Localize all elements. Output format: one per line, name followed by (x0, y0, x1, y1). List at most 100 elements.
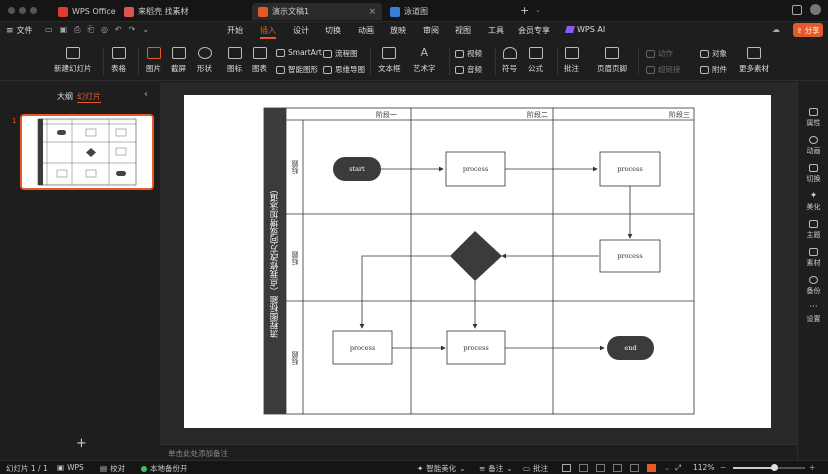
more-material-button[interactable]: 更多素材 (739, 47, 769, 74)
wordart-button[interactable]: A 艺术字 (413, 47, 436, 74)
reading-view-icon[interactable] (596, 463, 605, 472)
tab-review[interactable]: 审阅 (423, 25, 439, 36)
undo-icon[interactable]: ↶ (115, 25, 122, 35)
zoom-dot[interactable] (30, 7, 37, 14)
share-button[interactable]: ⇪ 分享 (793, 23, 823, 37)
tab-presentation[interactable]: 演示文稿1 × (252, 3, 382, 20)
icon-library-icon (227, 47, 242, 59)
notes-area[interactable]: 单击此处添加备注 (160, 444, 797, 460)
shape-button[interactable]: 形状 (197, 47, 212, 74)
save-icon[interactable]: ▣ (60, 25, 68, 35)
window-controls[interactable] (8, 7, 37, 14)
tab-transition[interactable]: 切换 (325, 25, 341, 36)
formula-button[interactable]: 公式 (528, 47, 543, 74)
wps-status[interactable]: ▣ WPS (57, 463, 84, 472)
diagram-title-cell[interactable]: 流程图标题（点我修改方向或增加泳道） (264, 108, 286, 414)
tab-design[interactable]: 设计 (293, 25, 309, 36)
avatar[interactable] (810, 4, 821, 15)
sidebar-item-beautify[interactable]: ✦ 美化 (798, 192, 828, 212)
header-footer-button[interactable]: 页眉页脚 (597, 47, 627, 74)
chevron-down-icon[interactable]: ⌄ (664, 463, 670, 472)
beautify-button[interactable]: ✦ 智能美化 ⌄ (417, 463, 466, 474)
chart-button[interactable]: 图表 (252, 47, 267, 74)
tab-outline[interactable]: 大纲 (57, 91, 73, 102)
sorter-view-icon[interactable] (579, 463, 588, 472)
symbol-button[interactable]: 符号 (502, 47, 517, 74)
slide[interactable]: 流程图标题（点我修改方向或增加泳道） 阶段一 阶段二 阶段三 标题 标题 标题 … (184, 95, 771, 428)
zoom-slider[interactable] (733, 464, 805, 471)
tab-animation[interactable]: 动画 (358, 25, 374, 36)
normal-view-icon[interactable] (562, 463, 571, 472)
redo-icon[interactable]: ↷ (129, 25, 136, 35)
comments-toggle[interactable]: ▭ 批注 (523, 463, 548, 474)
slide-thumbnail[interactable] (20, 114, 154, 190)
new-slide-button[interactable]: 新建幻灯片 (54, 47, 92, 74)
zoom-in-button[interactable]: + (809, 463, 815, 472)
screenshot-button[interactable]: 截屏 (171, 47, 186, 74)
file-menu[interactable]: ≡ 文件 (6, 25, 33, 36)
outline-view-icon[interactable] (613, 463, 622, 472)
play-icon[interactable] (647, 463, 656, 472)
close-dot[interactable] (8, 7, 15, 14)
audio-button[interactable]: 音频 (455, 64, 482, 75)
mindmap-button[interactable]: 思维导图 (323, 64, 365, 75)
backup-status[interactable]: 本地备份开 (141, 463, 188, 474)
folder-icon[interactable]: ▭ (45, 25, 53, 35)
attachment-button[interactable]: 附件 (700, 64, 727, 75)
lane-title-cell[interactable]: 标题 (286, 120, 303, 214)
table-button[interactable]: 表格 (111, 47, 126, 74)
sidebar-item-material[interactable]: 素材 (798, 248, 828, 268)
minimize-dot[interactable] (19, 7, 26, 14)
picture-button[interactable]: 图片 (146, 47, 161, 74)
tab-docer[interactable]: 来稻壳 找素材 (118, 3, 195, 20)
tab-home[interactable]: 开始 (227, 25, 243, 36)
comment-button[interactable]: 批注 (564, 47, 579, 74)
tab-wps-ai[interactable]: WPS AI (565, 25, 605, 34)
tab-slideshow[interactable]: 放映 (390, 25, 406, 36)
tab-wps-office[interactable]: WPS Office (52, 3, 122, 20)
preview-icon[interactable]: ◎ (101, 25, 108, 35)
sidebar-item-properties[interactable]: 属性 (798, 108, 828, 128)
presenter-view-icon[interactable] (630, 463, 639, 472)
proofread-button[interactable]: ▤ 校对 (100, 463, 125, 474)
tab-label: 来稻壳 找素材 (138, 7, 189, 16)
lane-title-cell[interactable]: 标题 (286, 214, 303, 301)
new-tab-button[interactable]: + (520, 4, 529, 17)
chevron-down-icon[interactable]: ⌄ (535, 6, 541, 14)
sidebar-item-theme[interactable]: 主题 (798, 220, 828, 240)
collapse-panel-icon[interactable]: ‹ (144, 89, 148, 100)
tab-swimlane[interactable]: 泳道图 (384, 3, 434, 20)
export-icon[interactable]: ⎙ (74, 25, 80, 35)
print-icon[interactable]: ⎗ (88, 25, 94, 35)
sidebar-item-backup[interactable]: 备份 (798, 276, 828, 296)
sidebar-item-transition[interactable]: 切换 (798, 164, 828, 184)
cloud-icon[interactable]: ☁ (772, 25, 780, 34)
new-slide-label: 新建幻灯片 (54, 64, 92, 73)
action-button[interactable]: 动作 (646, 48, 673, 59)
sidebar-item-settings[interactable]: ··· 设置 (798, 303, 828, 324)
flowchart-button[interactable]: 流程图 (323, 48, 358, 59)
zoom-out-button[interactable]: − (720, 463, 726, 472)
video-button[interactable]: 视频 (455, 48, 482, 59)
zoom-level[interactable]: 112% (693, 463, 714, 472)
tab-member[interactable]: 会员专享 (518, 25, 550, 36)
smartart-button[interactable]: SmartArt (276, 48, 322, 57)
hyperlink-button[interactable]: 超链接 (646, 64, 681, 75)
lane-title-cell[interactable]: 标题 (286, 301, 303, 414)
chevron-down-icon[interactable]: ⌄ (142, 25, 149, 35)
object-button[interactable]: 对象 (700, 48, 727, 59)
window-mode-icon[interactable] (792, 5, 802, 15)
icon-button[interactable]: 图标 (227, 47, 242, 74)
tab-insert[interactable]: 插入 (260, 25, 276, 39)
sidebar-item-animation[interactable]: 动画 (798, 136, 828, 156)
notes-toggle[interactable]: ≡ 备注 ⌄ (479, 463, 513, 474)
zoom-slider-thumb[interactable] (771, 464, 778, 471)
add-slide-button[interactable]: + (76, 436, 87, 451)
close-icon[interactable]: × (368, 7, 376, 17)
fit-window-icon[interactable]: ⤢ (675, 463, 681, 473)
smart-shape-button[interactable]: 智能图形 (276, 64, 318, 75)
tab-view[interactable]: 视图 (455, 25, 471, 36)
tab-slides[interactable]: 幻灯片 (77, 91, 101, 103)
tab-tools[interactable]: 工具 (488, 25, 504, 36)
textbox-button[interactable]: 文本框 (378, 47, 401, 74)
